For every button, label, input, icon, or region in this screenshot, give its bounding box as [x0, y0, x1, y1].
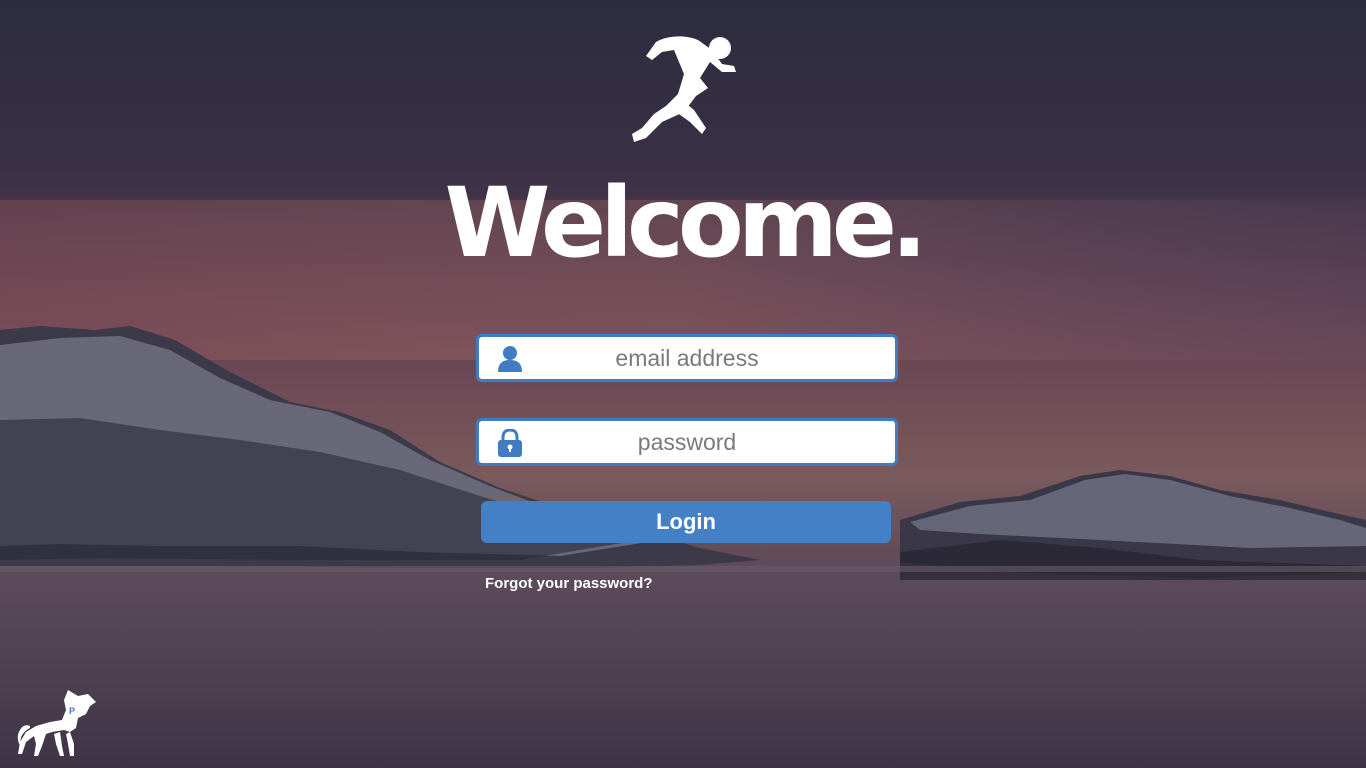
forgot-password-link[interactable]: Forgot your password?: [485, 575, 653, 592]
password-input[interactable]: [479, 421, 895, 463]
welcome-heading: Welcome.: [444, 167, 928, 279]
login-button[interactable]: Login: [481, 501, 891, 543]
pony-icon[interactable]: P: [16, 688, 98, 758]
pony-badge-letter: P: [69, 706, 75, 716]
email-input[interactable]: [479, 337, 895, 379]
password-field[interactable]: [476, 418, 898, 466]
email-field[interactable]: [476, 334, 898, 382]
running-man-icon: [632, 36, 736, 142]
